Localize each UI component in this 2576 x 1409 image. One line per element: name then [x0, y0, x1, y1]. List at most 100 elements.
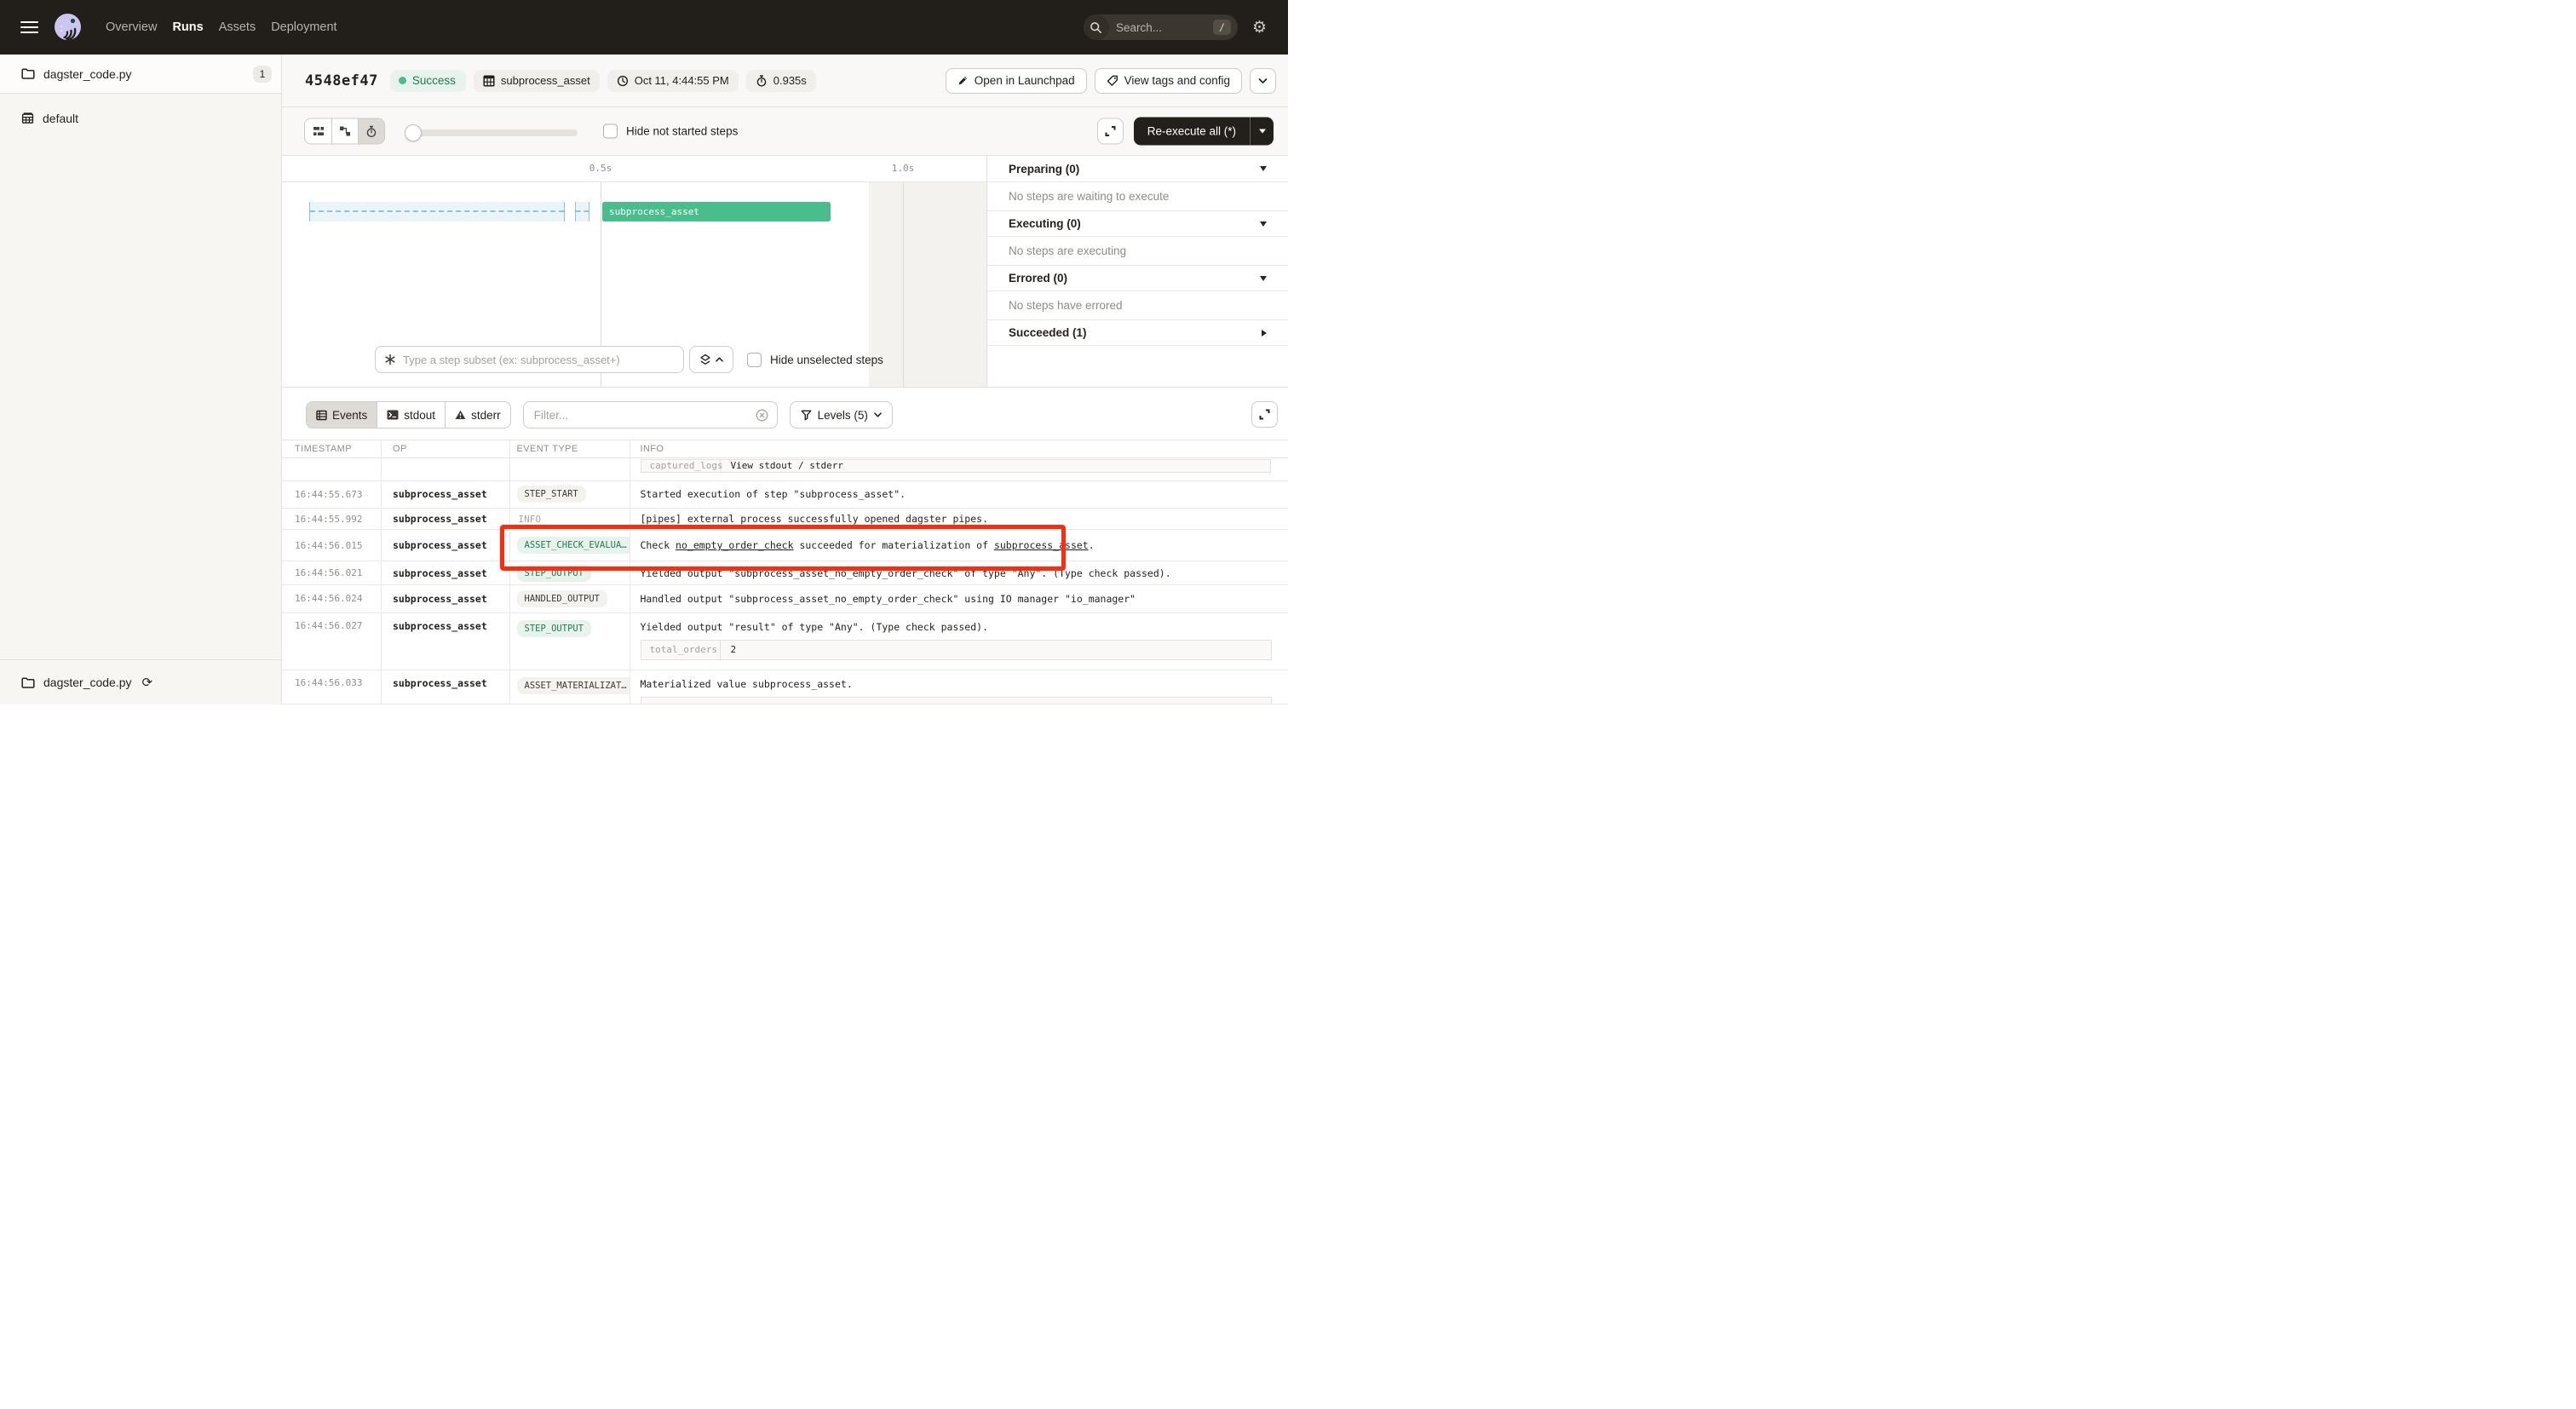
job-grid-icon — [21, 112, 34, 124]
graph-query-toggle-button[interactable] — [689, 346, 733, 373]
search-shortcut-badge: / — [1213, 20, 1231, 35]
reexecute-menu-button[interactable] — [1250, 118, 1274, 146]
timeline-tick: 1.0s — [892, 163, 915, 174]
table-row[interactable]: 16:44:56.015subprocess_assetASSET_CHECK_… — [282, 530, 1288, 561]
chevron-down-icon — [1258, 78, 1268, 84]
event-op: subprocess_asset — [382, 530, 510, 561]
event-timestamp: 16:44:56.024 — [282, 585, 382, 612]
captured-logs-link[interactable]: View stdout / stderr — [721, 460, 854, 471]
metadata-value: 2 — [721, 644, 747, 655]
nav-item-deployment[interactable]: Deployment — [271, 20, 336, 34]
view-tags-button[interactable]: View tags and config — [1095, 68, 1242, 94]
search-box[interactable]: / — [1084, 14, 1238, 40]
events-fullscreen-button[interactable] — [1251, 401, 1278, 428]
sidebar-footer-label: dagster_code.py — [43, 676, 132, 689]
status-section-title: Preparing (0) — [1009, 163, 1079, 175]
sidebar-item-code-location[interactable]: dagster_code.py 1 — [0, 55, 281, 94]
event-type-cell: HANDLED_OUTPUT — [510, 585, 630, 612]
tab-stderr[interactable]: stderr — [445, 402, 510, 428]
table-row[interactable]: 16:44:55.673subprocess_assetSTEP_STARTSt… — [282, 481, 1288, 509]
event-type-badge: STEP_START — [517, 486, 586, 503]
metadata-key: captured_logs — [641, 460, 721, 472]
reexecute-all-button[interactable]: Re-execute all (*) — [1134, 118, 1250, 146]
sidebar-item-label: dagster_code.py — [43, 67, 132, 81]
status-section-header[interactable]: Succeeded (1) — [987, 320, 1288, 346]
zoom-slider-handle[interactable] — [405, 124, 422, 141]
refresh-icon[interactable]: ⟳ — [142, 676, 153, 689]
zoom-slider-track[interactable] — [406, 129, 578, 136]
status-section-header[interactable]: Preparing (0) — [987, 156, 1288, 182]
event-type-badge: ASSET_CHECK_EVALUA… — [517, 537, 630, 554]
waterfall-view-button[interactable] — [331, 119, 358, 144]
column-header: OP — [382, 440, 510, 457]
tag-icon — [1107, 75, 1118, 87]
top-nav: Overview Runs Assets Deployment / ⚙ — [0, 0, 1288, 55]
metadata-table: total_orders2 — [641, 640, 1272, 660]
event-info-link[interactable]: subprocess_asset — [994, 539, 1089, 551]
table-row[interactable]: 16:44:56.027subprocess_asset STEP_OUTPUT Y… — [282, 613, 1288, 671]
event-op: subprocess_asset — [382, 670, 510, 704]
gantt-chart: 0.5s 1.0s subprocess_asset — [282, 156, 986, 387]
status-section-header[interactable]: Executing (0) — [987, 211, 1288, 237]
event-info-text: Yielded output "result" of type "Any". (… — [641, 621, 1272, 633]
step-subset-input[interactable] — [403, 354, 675, 366]
filter-box — [523, 401, 778, 428]
nav-item-runs[interactable]: Runs — [172, 20, 203, 34]
table-row[interactable]: 16:44:56.033subprocess_assetASSET_MATERI… — [282, 670, 1288, 704]
gantt-fullscreen-button[interactable] — [1097, 118, 1124, 145]
event-info-link[interactable]: no_empty_order_check — [676, 539, 793, 551]
step-selector-icon — [384, 354, 396, 365]
open-launchpad-button[interactable]: Open in Launchpad — [946, 68, 1087, 94]
run-actions-chevron-button[interactable] — [1250, 68, 1276, 94]
tab-events[interactable]: Events — [307, 402, 377, 428]
event-type-cell: INFO — [510, 509, 630, 529]
table-row[interactable]: 16:44:56.024subprocess_assetHANDLED_OUTP… — [282, 585, 1288, 613]
nav-item-overview[interactable]: Overview — [106, 20, 157, 34]
dagster-logo-icon[interactable] — [52, 12, 83, 43]
timestamp-tag[interactable]: Oct 11, 4:44:55 PM — [607, 70, 739, 92]
duration-view-button[interactable] — [358, 119, 384, 144]
event-op: subprocess_asset — [382, 585, 510, 612]
metadata-key: total_orders — [641, 641, 721, 659]
nav-item-assets[interactable]: Assets — [219, 20, 256, 34]
event-type-cell: STEP_START — [510, 481, 630, 509]
status-section-title: Errored (0) — [1009, 272, 1067, 285]
event-timestamp: 16:44:56.033 — [282, 670, 382, 704]
gantt-step-bar[interactable]: subprocess_asset — [602, 202, 831, 221]
event-op: subprocess_asset — [382, 613, 510, 670]
hide-not-started-label: Hide not started steps — [626, 125, 738, 138]
event-info-text: Check no_empty_order_check succeeded for… — [641, 539, 1095, 551]
flat-view-button[interactable] — [305, 119, 331, 144]
asset-tag[interactable]: subprocess_asset — [474, 70, 600, 92]
event-op: subprocess_asset — [382, 481, 510, 509]
run-id: 4548ef47 — [305, 72, 378, 89]
event-type-cell: STEP_OUTPUT — [510, 561, 630, 584]
hide-unselected-checkbox[interactable] — [747, 353, 762, 367]
column-header: INFO — [630, 440, 1289, 457]
events-toolbar: Events stdout stderr — [282, 401, 1288, 428]
gantt-timeline-header: 0.5s 1.0s — [282, 156, 986, 182]
event-timestamp: 16:44:56.021 — [282, 561, 382, 584]
levels-filter-button[interactable]: Levels (5) — [790, 401, 893, 428]
event-timestamp: 16:44:56.027 — [282, 613, 382, 670]
event-type-badge: STEP_OUTPUT — [517, 620, 592, 637]
menu-icon[interactable] — [20, 21, 38, 34]
search-input[interactable] — [1116, 21, 1213, 34]
event-info: Handled output "subprocess_asset_no_empt… — [630, 585, 1289, 612]
column-header: TIMESTAMP — [282, 440, 382, 457]
events-table-body: captured_logs View stdout / stderr 16:44… — [282, 458, 1288, 705]
table-row[interactable]: 16:44:55.992subprocess_assetINFO[pipes] … — [282, 509, 1288, 530]
status-section-header[interactable]: Errored (0) — [987, 266, 1288, 291]
chevron-up-icon — [716, 357, 723, 362]
gear-icon[interactable]: ⚙ — [1252, 20, 1267, 36]
sidebar-item-default-job[interactable]: default — [0, 104, 281, 133]
event-op: subprocess_asset — [382, 561, 510, 584]
filter-input[interactable] — [534, 409, 756, 422]
search-icon — [1084, 14, 1109, 40]
tab-stdout[interactable]: stdout — [377, 402, 445, 428]
clear-filter-icon[interactable] — [756, 409, 768, 422]
table-row[interactable]: captured_logs View stdout / stderr — [282, 458, 1288, 481]
hide-not-started-checkbox[interactable] — [603, 124, 618, 139]
sidebar: dagster_code.py 1 default dagster_code.p… — [0, 55, 282, 704]
table-row[interactable]: 16:44:56.021subprocess_assetSTEP_OUTPUTY… — [282, 561, 1288, 585]
